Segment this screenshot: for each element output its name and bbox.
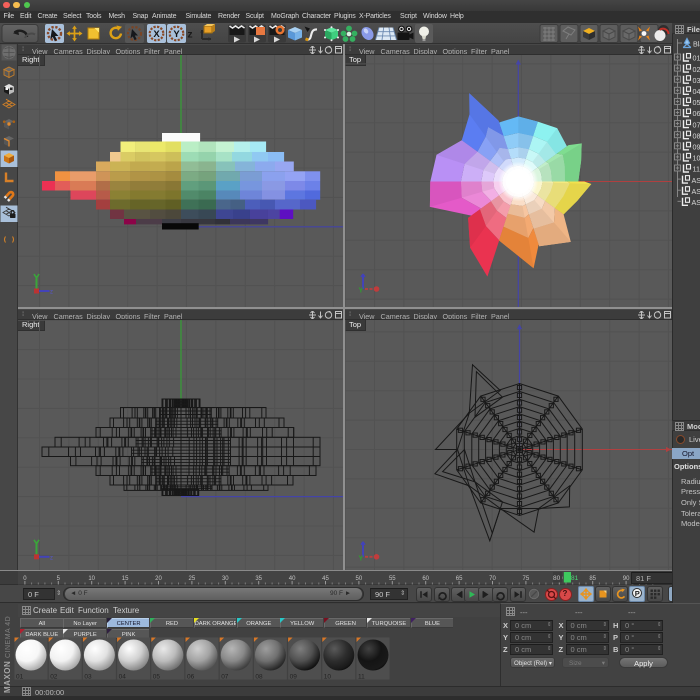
svg-text:25: 25	[189, 576, 196, 582]
svg-text:06: 06	[693, 109, 700, 118]
svg-text:Bla: Bla	[693, 40, 700, 49]
svg-text:04: 04	[119, 674, 127, 681]
svg-text:09: 09	[693, 143, 700, 152]
svg-text:55: 55	[389, 576, 396, 582]
svg-text:z: z	[50, 289, 53, 295]
svg-text:40: 40	[289, 576, 296, 582]
svg-text:08: 08	[255, 674, 263, 681]
svg-text:20: 20	[155, 576, 162, 582]
svg-text:z: z	[50, 555, 53, 561]
svg-text:ASE: ASE	[692, 176, 700, 185]
svg-text:65: 65	[456, 576, 463, 582]
svg-text:08: 08	[693, 131, 700, 140]
svg-text:30: 30	[222, 576, 229, 582]
svg-text:Y: Y	[359, 287, 364, 294]
svg-text:Y: Y	[173, 29, 180, 40]
svg-text:07: 07	[693, 120, 700, 129]
svg-text:X: X	[153, 29, 160, 40]
svg-text:50: 50	[356, 576, 363, 582]
svg-text:ASE: ASE	[692, 198, 700, 207]
svg-text:10: 10	[324, 674, 332, 681]
svg-text:11: 11	[693, 165, 700, 174]
svg-text:z: z	[187, 28, 192, 40]
svg-text:03: 03	[84, 674, 92, 681]
svg-text:06: 06	[187, 674, 195, 681]
svg-text:03: 03	[693, 76, 700, 85]
svg-text:02: 02	[50, 674, 58, 681]
svg-text:11: 11	[358, 674, 365, 681]
svg-text:81: 81	[571, 575, 579, 582]
svg-text:45: 45	[322, 576, 329, 582]
svg-text:10: 10	[88, 576, 95, 582]
svg-text:Y: Y	[359, 555, 364, 562]
svg-text:ASE: ASE	[692, 187, 700, 196]
svg-text:15: 15	[122, 576, 129, 582]
svg-text:07: 07	[221, 674, 229, 681]
svg-text:90: 90	[623, 576, 630, 582]
svg-text:05: 05	[693, 98, 700, 107]
svg-text:09: 09	[290, 674, 298, 681]
svg-text:80: 80	[553, 575, 561, 582]
svg-text:10: 10	[693, 154, 700, 163]
svg-text:01: 01	[693, 54, 700, 63]
svg-text:70: 70	[489, 576, 496, 582]
svg-text:02: 02	[693, 65, 700, 74]
svg-text:04: 04	[693, 87, 700, 96]
svg-text:35: 35	[255, 576, 262, 582]
svg-text:05: 05	[153, 674, 161, 681]
svg-text:01: 01	[16, 674, 24, 681]
svg-text:60: 60	[422, 576, 429, 582]
svg-text:85: 85	[589, 576, 596, 582]
svg-text:75: 75	[523, 576, 530, 582]
